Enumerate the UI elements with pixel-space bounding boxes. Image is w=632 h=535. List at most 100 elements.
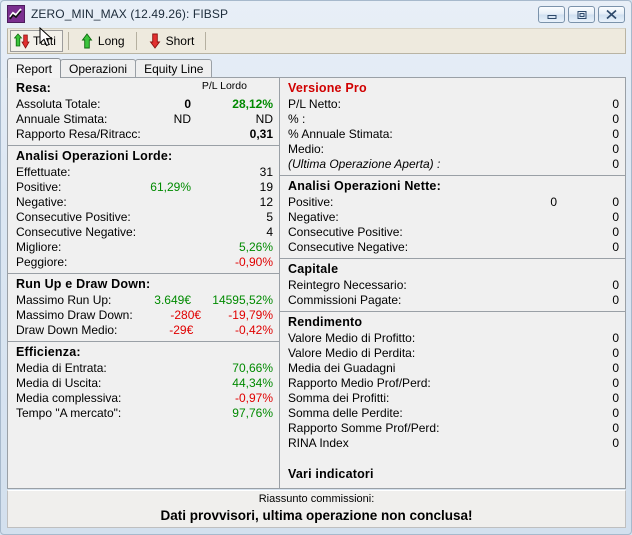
row-value: 0 [612,210,619,224]
row-value-lordo: ND [173,112,191,126]
row-label: Draw Down Medio: [16,323,118,337]
row-value-pct: 97,76% [232,406,273,420]
row-label: Positive: [288,195,334,209]
row-value-pct: 14595,52% [212,293,273,307]
row-value: 0 [612,240,619,254]
row-value-count: -0,90% [234,255,273,269]
application-window: ZERO_MIN_MAX (12.49.26): FIBSP Long Shor… [0,0,632,535]
row-label: Peggiore: [16,255,68,269]
row-value-pct: 44,34% [232,376,273,390]
row-label: Medio: [288,142,325,156]
row-value: 0 [612,195,619,209]
row-value-count: 5 [266,210,273,224]
section-efficienza: Efficienza: Media di Entrata: 70,66% Med… [8,342,279,424]
row-label: Consecutive Negative: [16,225,137,239]
section-versione-pro: Versione Pro P/L Netto: 0 % : 0 % Annual… [280,78,625,176]
up-arrow-icon [79,32,95,50]
toolbar-separator-2 [135,32,137,50]
row-value: 0 [612,376,619,390]
row-label: Consecutive Negative: [288,240,409,254]
tab-report-label: Report [16,61,53,76]
row-value-pct: 70,66% [232,361,273,375]
maximize-button[interactable] [568,6,595,23]
row-label: Commissioni Pagate: [288,293,402,307]
row-value-pct: -0,42% [234,323,273,337]
row-label: Media di Entrata: [16,361,107,375]
row-label: Media complessiva: [16,391,122,405]
row-media-di-entrata: Media di Entrata: 70,66% [16,361,273,376]
row-label: Tempo "A mercato": [16,406,122,420]
title-bar: ZERO_MIN_MAX (12.49.26): FIBSP [1,1,631,27]
resa-column-header: P/L Lordo [201,80,247,92]
row-rina-index: RINA Index 0 [288,436,619,451]
tab-report[interactable]: Report [7,58,62,78]
section-analisi-lorde-header: Analisi Operazioni Lorde: [16,149,173,163]
row-value-lordo: 0 [184,97,191,111]
row-media-di-uscita: Media di Uscita: 44,34% [16,376,273,391]
status-bar: Riassunto commissioni: Dati provvisori, … [7,490,626,528]
toolbar-separator-1 [67,32,69,50]
row-label: RINA Index [288,436,349,450]
row-label: Negative: [288,210,339,224]
section-efficienza-header: Efficienza: [16,345,81,359]
tab-operazioni[interactable]: Operazioni [60,59,137,78]
row-tempo-a-mercato: Tempo "A mercato": 97,76% [16,406,273,421]
row-value-pct: ND [255,112,273,126]
mouse-cursor [39,27,53,47]
section-analisi-nette-header: Analisi Operazioni Nette: [288,179,441,193]
row-label: Effettuate: [16,165,71,179]
filter-button-long[interactable]: Long [76,30,131,52]
row-media-complessiva: Media complessiva: -0,97% [16,391,273,406]
status-commission-summary: Riassunto commissioni: [258,493,375,505]
row-percent: % : 0 [288,112,619,127]
row-label: Negative: [16,195,67,209]
row-nette-consecutive-positive: Consecutive Positive: 0 [288,225,619,240]
row-value: 0 [612,331,619,345]
close-button[interactable] [598,6,625,23]
row-peggiore: Peggiore: -0,90% [16,255,273,270]
report-panel: Resa: P/L Lordo Assoluta Totale: 0 28,12… [7,77,626,489]
filter-button-long-label: Long [97,34,125,48]
rendimento-spacer [288,451,619,466]
row-massimo-run-up: Massimo Run Up: 3.649€ 14595,52% [16,293,273,308]
row-value: 0 [612,436,619,450]
row-value: 0 [612,157,619,171]
section-versione-pro-header: Versione Pro [288,81,367,95]
filter-button-short-label: Short [165,34,195,48]
row-positive: Positive: 61,29% 19 [16,180,273,195]
row-label: Massimo Draw Down: [16,308,133,322]
toolbar: Tutti Long Short [7,28,626,54]
row-annuale-stimata: Annuale Stimata: ND ND [16,112,273,127]
tab-equity-line[interactable]: Equity Line [135,59,213,78]
row-label: Valore Medio di Profitto: [288,331,416,345]
row-somma-delle-perdite: Somma delle Perdite: 0 [288,406,619,421]
filter-button-short[interactable]: Short [144,30,201,52]
row-value: 0 [612,293,619,307]
row-value: 0 [612,361,619,375]
row-rapporto-resa-ritracc: Rapporto Resa/Ritracc: 0,31 [16,127,273,142]
row-draw-down-medio: Draw Down Medio: -29€ -0,42% [16,323,273,338]
row-value: 0 [612,421,619,435]
row-label: Rapporto Medio Prof/Perd: [288,376,431,390]
section-resa: Resa: P/L Lordo Assoluta Totale: 0 28,12… [8,78,279,146]
row-assoluta-totale: Assoluta Totale: 0 28,12% [16,97,273,112]
row-migliore: Migliore: 5,26% [16,240,273,255]
row-medio: Medio: 0 [288,142,619,157]
row-consecutive-negative: Consecutive Negative: 4 [16,225,273,240]
row-value: 0 [612,97,619,111]
minimize-button[interactable] [538,6,565,23]
row-label: Somma delle Perdite: [288,406,403,420]
row-somma-dei-profitti: Somma dei Profitti: 0 [288,391,619,406]
report-left-column: Resa: P/L Lordo Assoluta Totale: 0 28,12… [8,78,280,488]
section-capitale-header: Capitale [288,262,339,276]
row-value-pct: 0,31 [249,127,273,141]
row-label: Positive: [16,180,62,194]
row-value: 0 [612,142,619,156]
row-value-count: 12 [259,195,273,209]
row-value-count: 5,26% [238,240,273,254]
section-resa-header: Resa: [16,81,52,95]
row-pl-netto: P/L Netto: 0 [288,97,619,112]
window-controls [538,6,625,23]
down-arrow-icon [147,32,163,50]
row-label: Somma dei Profitti: [288,391,390,405]
